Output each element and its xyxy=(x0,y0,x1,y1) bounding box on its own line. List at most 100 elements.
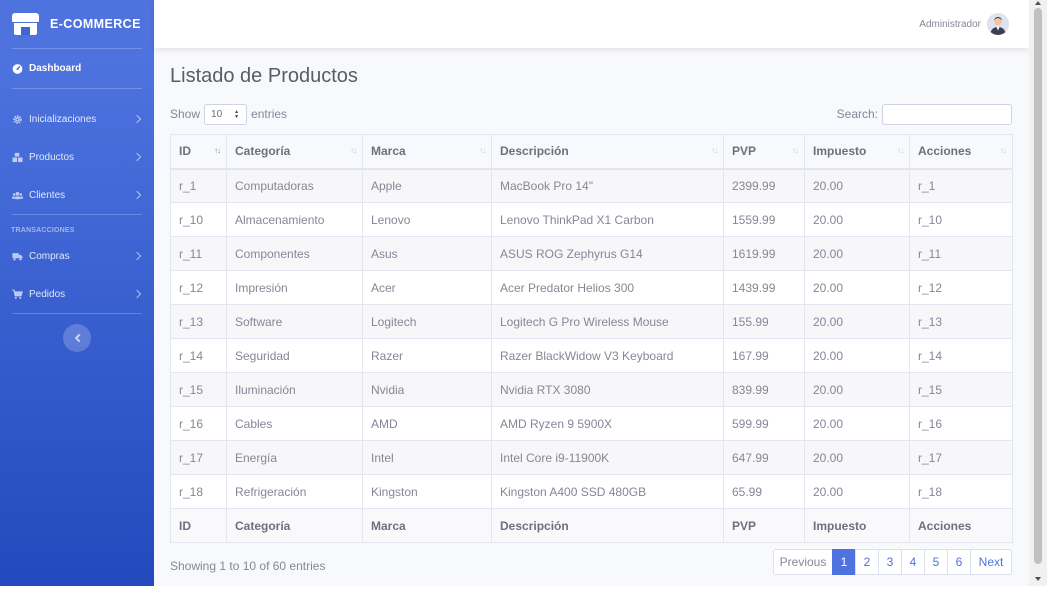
column-header-label: Impuesto xyxy=(813,144,867,159)
table-cell: r_13 xyxy=(170,304,227,339)
page-length-select[interactable]: 10 ▲ ▼ xyxy=(204,103,248,125)
table-row: r_12 Impresión Acer Acer Predator Helios 30… xyxy=(170,270,1013,305)
pagination-page[interactable]: 6 xyxy=(947,549,971,575)
table-cell: Impresión xyxy=(226,270,363,305)
table-cell: Kingston xyxy=(362,474,492,509)
show-label: Show xyxy=(170,107,201,121)
column-header[interactable]: Descripción ↑↓ xyxy=(491,134,724,170)
table-footer: Showing 1 to 10 of 60 entries Previous 1… xyxy=(170,549,1012,575)
table-footer-row: ID Categoría Marca Descripción PVP Impuesto Ac… xyxy=(170,508,1013,543)
page-length-control: Show 10 ▲ ▼ entries xyxy=(170,103,287,125)
main-content: Listado de Productos Show 10 ▲ ▼ entries … xyxy=(170,48,1013,575)
table-cell: 20.00 xyxy=(804,304,910,339)
table-cell: 1439.99 xyxy=(723,270,805,305)
pagination-page[interactable]: 3 xyxy=(878,549,902,575)
table-cell[interactable]: r_11 xyxy=(909,236,1013,271)
sort-icon: ↑↓ xyxy=(350,146,357,155)
sidebar-toggle-button[interactable] xyxy=(63,324,91,352)
sidebar-item-pedidos[interactable]: Pedidos xyxy=(0,275,154,313)
column-header[interactable]: Marca ↑↓ xyxy=(362,134,492,170)
column-header[interactable]: Impuesto ↑↓ xyxy=(804,134,910,170)
table-cell[interactable]: r_16 xyxy=(909,406,1013,441)
column-header-label: Acciones xyxy=(918,144,972,159)
table-cell: Refrigeración xyxy=(226,474,363,509)
table-cell: 599.99 xyxy=(723,406,805,441)
table-cell: 647.99 xyxy=(723,440,805,475)
table-row: r_17 Energía Intel Intel Core i9-11900K 647.… xyxy=(170,440,1013,475)
pagination-page[interactable]: 4 xyxy=(901,549,925,575)
table-cell: Logitech G Pro Wireless Mouse xyxy=(491,304,724,339)
table-cell: Razer xyxy=(362,338,492,373)
table-cell: 20.00 xyxy=(804,338,910,373)
sidebar-item-inicializaciones[interactable]: Inicializaciones xyxy=(0,100,154,138)
user-name[interactable]: Administrador xyxy=(919,19,981,30)
search-input[interactable] xyxy=(882,103,1012,125)
table-cell[interactable]: r_14 xyxy=(909,338,1013,373)
sidebar-item-dashboard[interactable]: Dashboard xyxy=(0,49,154,88)
table-cell: r_15 xyxy=(170,372,227,407)
table-cell: 2399.99 xyxy=(723,168,805,203)
table-cell: 20.00 xyxy=(804,168,910,203)
chevron-right-icon xyxy=(132,114,142,124)
column-header[interactable]: Acciones ↑↓ xyxy=(909,134,1013,170)
column-footer: Impuesto xyxy=(804,508,910,543)
scroll-up-icon[interactable] xyxy=(1035,1,1041,5)
table-cell[interactable]: r_13 xyxy=(909,304,1013,339)
sort-icon: ↑↓ xyxy=(897,146,904,155)
page-scrollbar[interactable] xyxy=(1029,0,1047,586)
sidebar-item-productos[interactable]: Productos xyxy=(0,138,154,176)
column-header-label: PVP xyxy=(732,144,757,159)
table-cell: 20.00 xyxy=(804,440,910,475)
column-header[interactable]: PVP ↑↓ xyxy=(723,134,805,170)
sidebar: E-COMMERCE Dashboard Inicializaciones Pr… xyxy=(0,0,154,586)
sidebar-item-label: Dashboard xyxy=(29,63,82,74)
sidebar-item-clientes[interactable]: Clientes xyxy=(0,176,154,214)
table-cell: 155.99 xyxy=(723,304,805,339)
brand[interactable]: E-COMMERCE xyxy=(0,0,154,48)
sidebar-divider xyxy=(12,313,142,314)
table-cell[interactable]: r_15 xyxy=(909,372,1013,407)
table-cell: r_10 xyxy=(170,202,227,237)
table-cell: Seguridad xyxy=(226,338,363,373)
sidebar-item-label: Pedidos xyxy=(29,288,66,300)
table-cell: Logitech xyxy=(362,304,492,339)
column-footer: Categoría xyxy=(226,508,363,543)
sidebar-item-label: Clientes xyxy=(29,189,66,201)
chevron-right-icon xyxy=(132,190,142,200)
table-cell[interactable]: r_18 xyxy=(909,474,1013,509)
table-cell: 1559.99 xyxy=(723,202,805,237)
table-cell[interactable]: r_10 xyxy=(909,202,1013,237)
column-header[interactable]: Categoría ↑↓ xyxy=(226,134,363,170)
pagination-page[interactable]: 2 xyxy=(855,549,879,575)
sort-icon: ↑↓ xyxy=(711,146,718,155)
boxes-icon xyxy=(12,152,23,163)
cart-icon xyxy=(12,289,23,300)
table-body: r_1 Computadoras Apple MacBook Pro 14" 2399.… xyxy=(170,168,1013,509)
table-cell: Nvidia RTX 3080 xyxy=(491,372,724,407)
pagination-next[interactable]: Next xyxy=(970,549,1012,575)
table-cell[interactable]: r_1 xyxy=(909,168,1013,203)
table-cell[interactable]: r_17 xyxy=(909,440,1013,475)
table-cell: 167.99 xyxy=(723,338,805,373)
pagination-page[interactable]: 5 xyxy=(924,549,948,575)
table-cell: AMD Ryzen 9 5900X xyxy=(491,406,724,441)
sort-icon: ↑↓ xyxy=(1000,146,1007,155)
column-header[interactable]: ID ↑↓ xyxy=(170,134,227,170)
sidebar-item-compras[interactable]: Compras xyxy=(0,237,154,275)
sidebar-item-label: Compras xyxy=(29,250,70,262)
scrollbar-thumb[interactable] xyxy=(1034,8,1042,564)
store-icon xyxy=(12,13,39,35)
table-cell[interactable]: r_12 xyxy=(909,270,1013,305)
table-cell: Almacenamiento xyxy=(226,202,363,237)
pagination-page[interactable]: 1 xyxy=(832,549,856,575)
column-footer: ID xyxy=(170,508,227,543)
column-footer: Acciones xyxy=(909,508,1013,543)
pagination-previous[interactable]: Previous xyxy=(773,549,833,575)
search-label: Search: xyxy=(836,107,878,121)
avatar[interactable] xyxy=(987,13,1009,35)
table-cell: 839.99 xyxy=(723,372,805,407)
scroll-down-icon[interactable] xyxy=(1035,577,1041,581)
table-cell: Iluminación xyxy=(226,372,363,407)
truck-icon xyxy=(12,251,23,262)
table-cell: r_18 xyxy=(170,474,227,509)
